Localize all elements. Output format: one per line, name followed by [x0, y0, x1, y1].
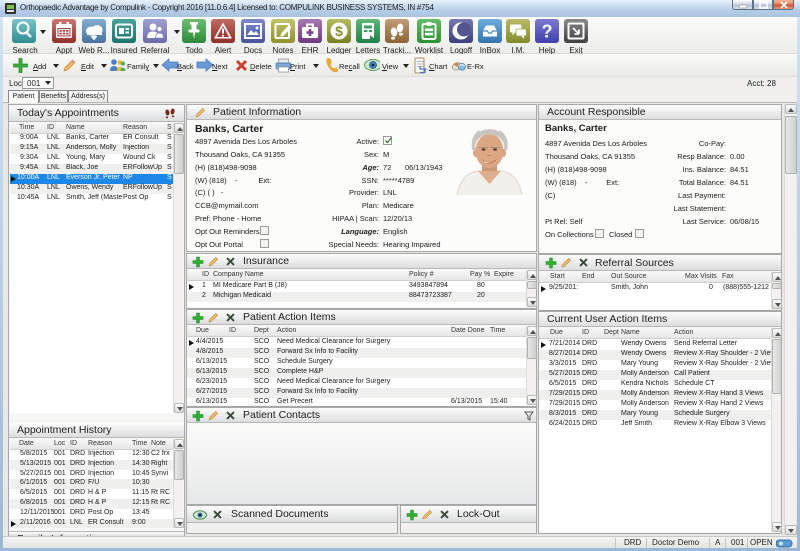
svg-text:?: ? [542, 22, 553, 42]
svg-text:$: $ [335, 23, 343, 39]
